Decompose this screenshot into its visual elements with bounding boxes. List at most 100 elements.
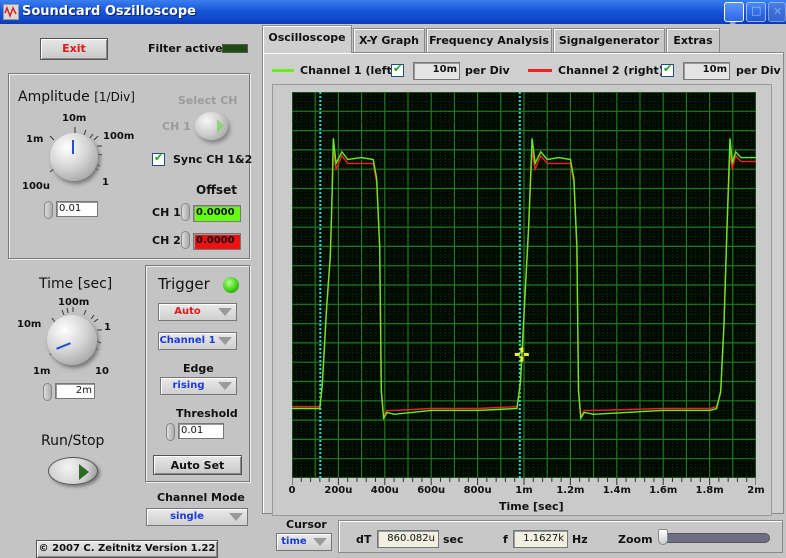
offset-ch1-input[interactable]: 0.0000: [193, 205, 241, 222]
copyright-label: © 2007 C. Zeitnitz Version 1.22: [36, 540, 218, 558]
plot-grid: [292, 92, 756, 478]
chevron-down-icon: [229, 513, 243, 521]
select-ch-channel-label: CH 1: [162, 120, 191, 133]
filter-active-label: Filter active: [148, 42, 223, 55]
f-unit: Hz: [572, 533, 588, 546]
amplitude-knob[interactable]: [50, 133, 98, 181]
ch2-label: Channel 2 (right): [558, 64, 664, 77]
filter-led: [222, 44, 248, 53]
offset-ch1-spinner[interactable]: [181, 203, 190, 221]
offset-ch2-input[interactable]: 0.0000: [193, 233, 241, 250]
x-tick-label: 800u: [463, 485, 492, 496]
window-titlebar: Soundcard Oszilloscope _ □ ✕: [0, 0, 786, 24]
ch2-scale-input[interactable]: 10m: [683, 62, 730, 80]
channel-mode-label: Channel Mode: [157, 491, 245, 504]
dt-unit: sec: [443, 533, 464, 546]
maximize-icon: □: [751, 4, 762, 17]
x-tick-label: 600u: [417, 485, 446, 496]
threshold-label: Threshold: [176, 407, 238, 420]
trigger-edge-select[interactable]: rising: [160, 377, 237, 395]
time-tick-1m: 1m: [33, 366, 51, 377]
crosshair-arm-bottom: [520, 356, 524, 362]
x-tick-label: 0: [288, 485, 296, 496]
channel-mode-value: single: [170, 511, 204, 522]
dt-label: dT: [356, 533, 372, 546]
x-tick-label: 2m: [747, 485, 765, 496]
channel-mode-select[interactable]: single: [146, 508, 248, 526]
amplitude-spinner[interactable]: [44, 201, 53, 219]
tab-oscilloscope[interactable]: Oscilloscope: [262, 25, 352, 53]
close-button[interactable]: ✕: [768, 2, 786, 22]
time-knob[interactable]: [47, 315, 97, 365]
x-tick-label: 1.6m: [649, 485, 678, 496]
f-value: 1.1627k: [513, 530, 568, 548]
zoom-slider-track[interactable]: [662, 533, 770, 543]
offset-title: Offset: [196, 183, 237, 197]
threshold-spinner[interactable]: [166, 423, 175, 441]
trigger-mode-value: Auto: [174, 306, 201, 317]
tab-signalgenerator[interactable]: Signalgenerator: [553, 28, 665, 52]
amplitude-title: Amplitude [1/Div]: [18, 89, 135, 105]
app-icon: [3, 4, 19, 20]
x-tick-label: 1.2m: [556, 485, 585, 496]
amplitude-unit: [1/Div]: [94, 90, 135, 104]
amplitude-title-text: Amplitude: [18, 89, 90, 105]
chevron-down-icon: [313, 538, 327, 546]
chevron-down-icon: [218, 337, 232, 345]
offset-ch2-label: CH 2: [152, 234, 181, 247]
x-tick-label: 1m: [515, 485, 533, 496]
x-tick-label: 1.4m: [602, 485, 631, 496]
ch2-per-div-label: per Div: [736, 64, 781, 77]
time-tick-10: 10: [95, 366, 109, 377]
trigger-led: [223, 277, 239, 293]
select-ch-arrow-icon: [217, 119, 224, 133]
threshold-input[interactable]: 0.01: [178, 423, 224, 439]
ch2-legend-line: [528, 69, 552, 72]
tab-frequency-analysis[interactable]: Frequency Analysis: [426, 28, 552, 52]
amplitude-tick-10m: 10m: [62, 113, 87, 124]
zoom-slider-thumb[interactable]: [658, 529, 668, 545]
crosshair-arm-top: [520, 347, 524, 353]
window-title: Soundcard Oszilloscope: [22, 4, 196, 19]
ch1-per-div-label: per Div: [465, 64, 510, 77]
ch1-checkbox[interactable]: [391, 62, 404, 77]
time-value-input[interactable]: 2m: [55, 383, 95, 399]
select-ch-label: Select CH: [178, 94, 238, 107]
maximize-button[interactable]: □: [746, 2, 766, 22]
tab-xy-graph[interactable]: X-Y Graph: [353, 28, 425, 52]
edge-label: Edge: [183, 362, 214, 375]
sync-checkbox[interactable]: [152, 151, 165, 166]
trigger-title: Trigger: [158, 275, 210, 293]
x-axis-label: Time [sec]: [499, 500, 564, 513]
offset-ch2-spinner[interactable]: [181, 231, 190, 249]
run-stop-button[interactable]: [48, 457, 98, 485]
amplitude-value-input[interactable]: 0.01: [56, 201, 98, 217]
oscilloscope-plot[interactable]: [292, 92, 756, 478]
ch2-checkbox[interactable]: [661, 62, 674, 77]
ch1-scale-input[interactable]: 10m: [413, 62, 460, 80]
amplitude-knob-indicator: [72, 140, 74, 154]
ch1-legend-line: [272, 69, 294, 72]
f-label: f: [503, 533, 508, 546]
time-tick-10m: 10m: [17, 319, 42, 330]
cursor-mode-value: time: [281, 536, 307, 547]
crosshair-arm-left: [514, 352, 520, 356]
cursor-mode-select[interactable]: time: [276, 533, 332, 551]
ch1-label: Channel 1 (left): [300, 64, 397, 77]
trigger-mode-select[interactable]: Auto: [158, 303, 237, 321]
minimize-button[interactable]: _: [724, 2, 744, 24]
tab-extras[interactable]: Extras: [666, 28, 720, 52]
chevron-down-icon: [218, 308, 232, 316]
dt-value: 860.082u: [377, 530, 439, 548]
x-tick-label: 1.8m: [695, 485, 724, 496]
trigger-channel-select[interactable]: Channel 1: [158, 332, 237, 350]
run-stop-label: Run/Stop: [41, 433, 105, 449]
exit-button[interactable]: Exit: [40, 38, 108, 60]
auto-set-button[interactable]: Auto Set: [153, 455, 242, 475]
close-icon: ✕: [773, 5, 783, 18]
trigger-edge-value: rising: [172, 380, 205, 391]
time-spinner[interactable]: [43, 383, 52, 401]
sync-label: Sync CH 1&2: [173, 153, 253, 166]
zoom-label: Zoom: [618, 533, 653, 546]
cursor-label: Cursor: [286, 518, 327, 531]
